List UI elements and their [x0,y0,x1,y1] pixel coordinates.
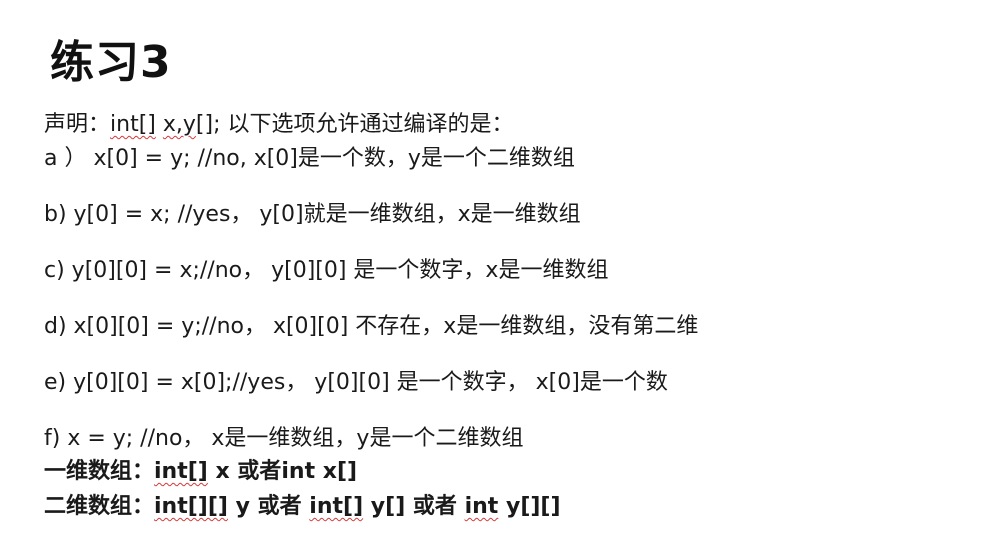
slide-title: 练习3 [50,37,172,88]
statement-code-space [156,112,163,137]
option-f: f) x = y; //no， x是一维数组，y是一个二维数组 [44,426,524,451]
summary-2d-mid: y 或者 [227,494,310,519]
summary-1d-label: 一维数组： [44,459,155,484]
summary-2d-code-int3: int [464,494,499,519]
summary-1d-code-int: int[] [154,459,208,484]
summary-2d-rest: y[][] [498,494,561,519]
option-e: e) y[0][0] = x[0];//yes， y[0][0] 是一个数字， … [44,370,668,395]
summary-2d-code-int2: int[] [309,494,364,519]
statement-line: 声明：int[] x,y[]; 以下选项允许通过编译的是： [44,110,514,140]
statement-prefix: 声明： [44,112,111,137]
summary-one-dimensional: 一维数组：int[] x 或者int x[] [44,457,357,487]
option-c: c) y[0][0] = x;//no， y[0][0] 是一个数字，x是一维数… [44,258,609,283]
option-d: d) x[0][0] = y;//no， x[0][0] 不存在，x是一维数组，… [44,314,699,339]
option-b: b) y[0] = x; //yes， y[0]就是一维数组，x是一维数组 [44,202,581,227]
summary-two-dimensional: 二维数组：int[][] y 或者 int[] y[] 或者 int y[][] [44,492,561,522]
summary-2d-code-int: int[][] [154,494,228,519]
summary-1d-rest: x 或者int x[] [207,459,358,484]
summary-2d-label: 二维数组： [44,494,155,519]
statement-code-int: int[] [110,112,156,137]
summary-2d-mid2: y[] 或者 [363,494,465,519]
slide: 练习3 声明：int[] x,y[]; 以下选项允许通过编译的是： a ） x[… [0,0,1000,535]
statement-code-rest: []; 以下选项允许通过编译的是： [195,112,514,137]
statement-code-xy: x,y [162,112,196,137]
option-a: a ） x[0] = y; //no, x[0]是一个数，y是一个二维数组 [44,146,575,171]
